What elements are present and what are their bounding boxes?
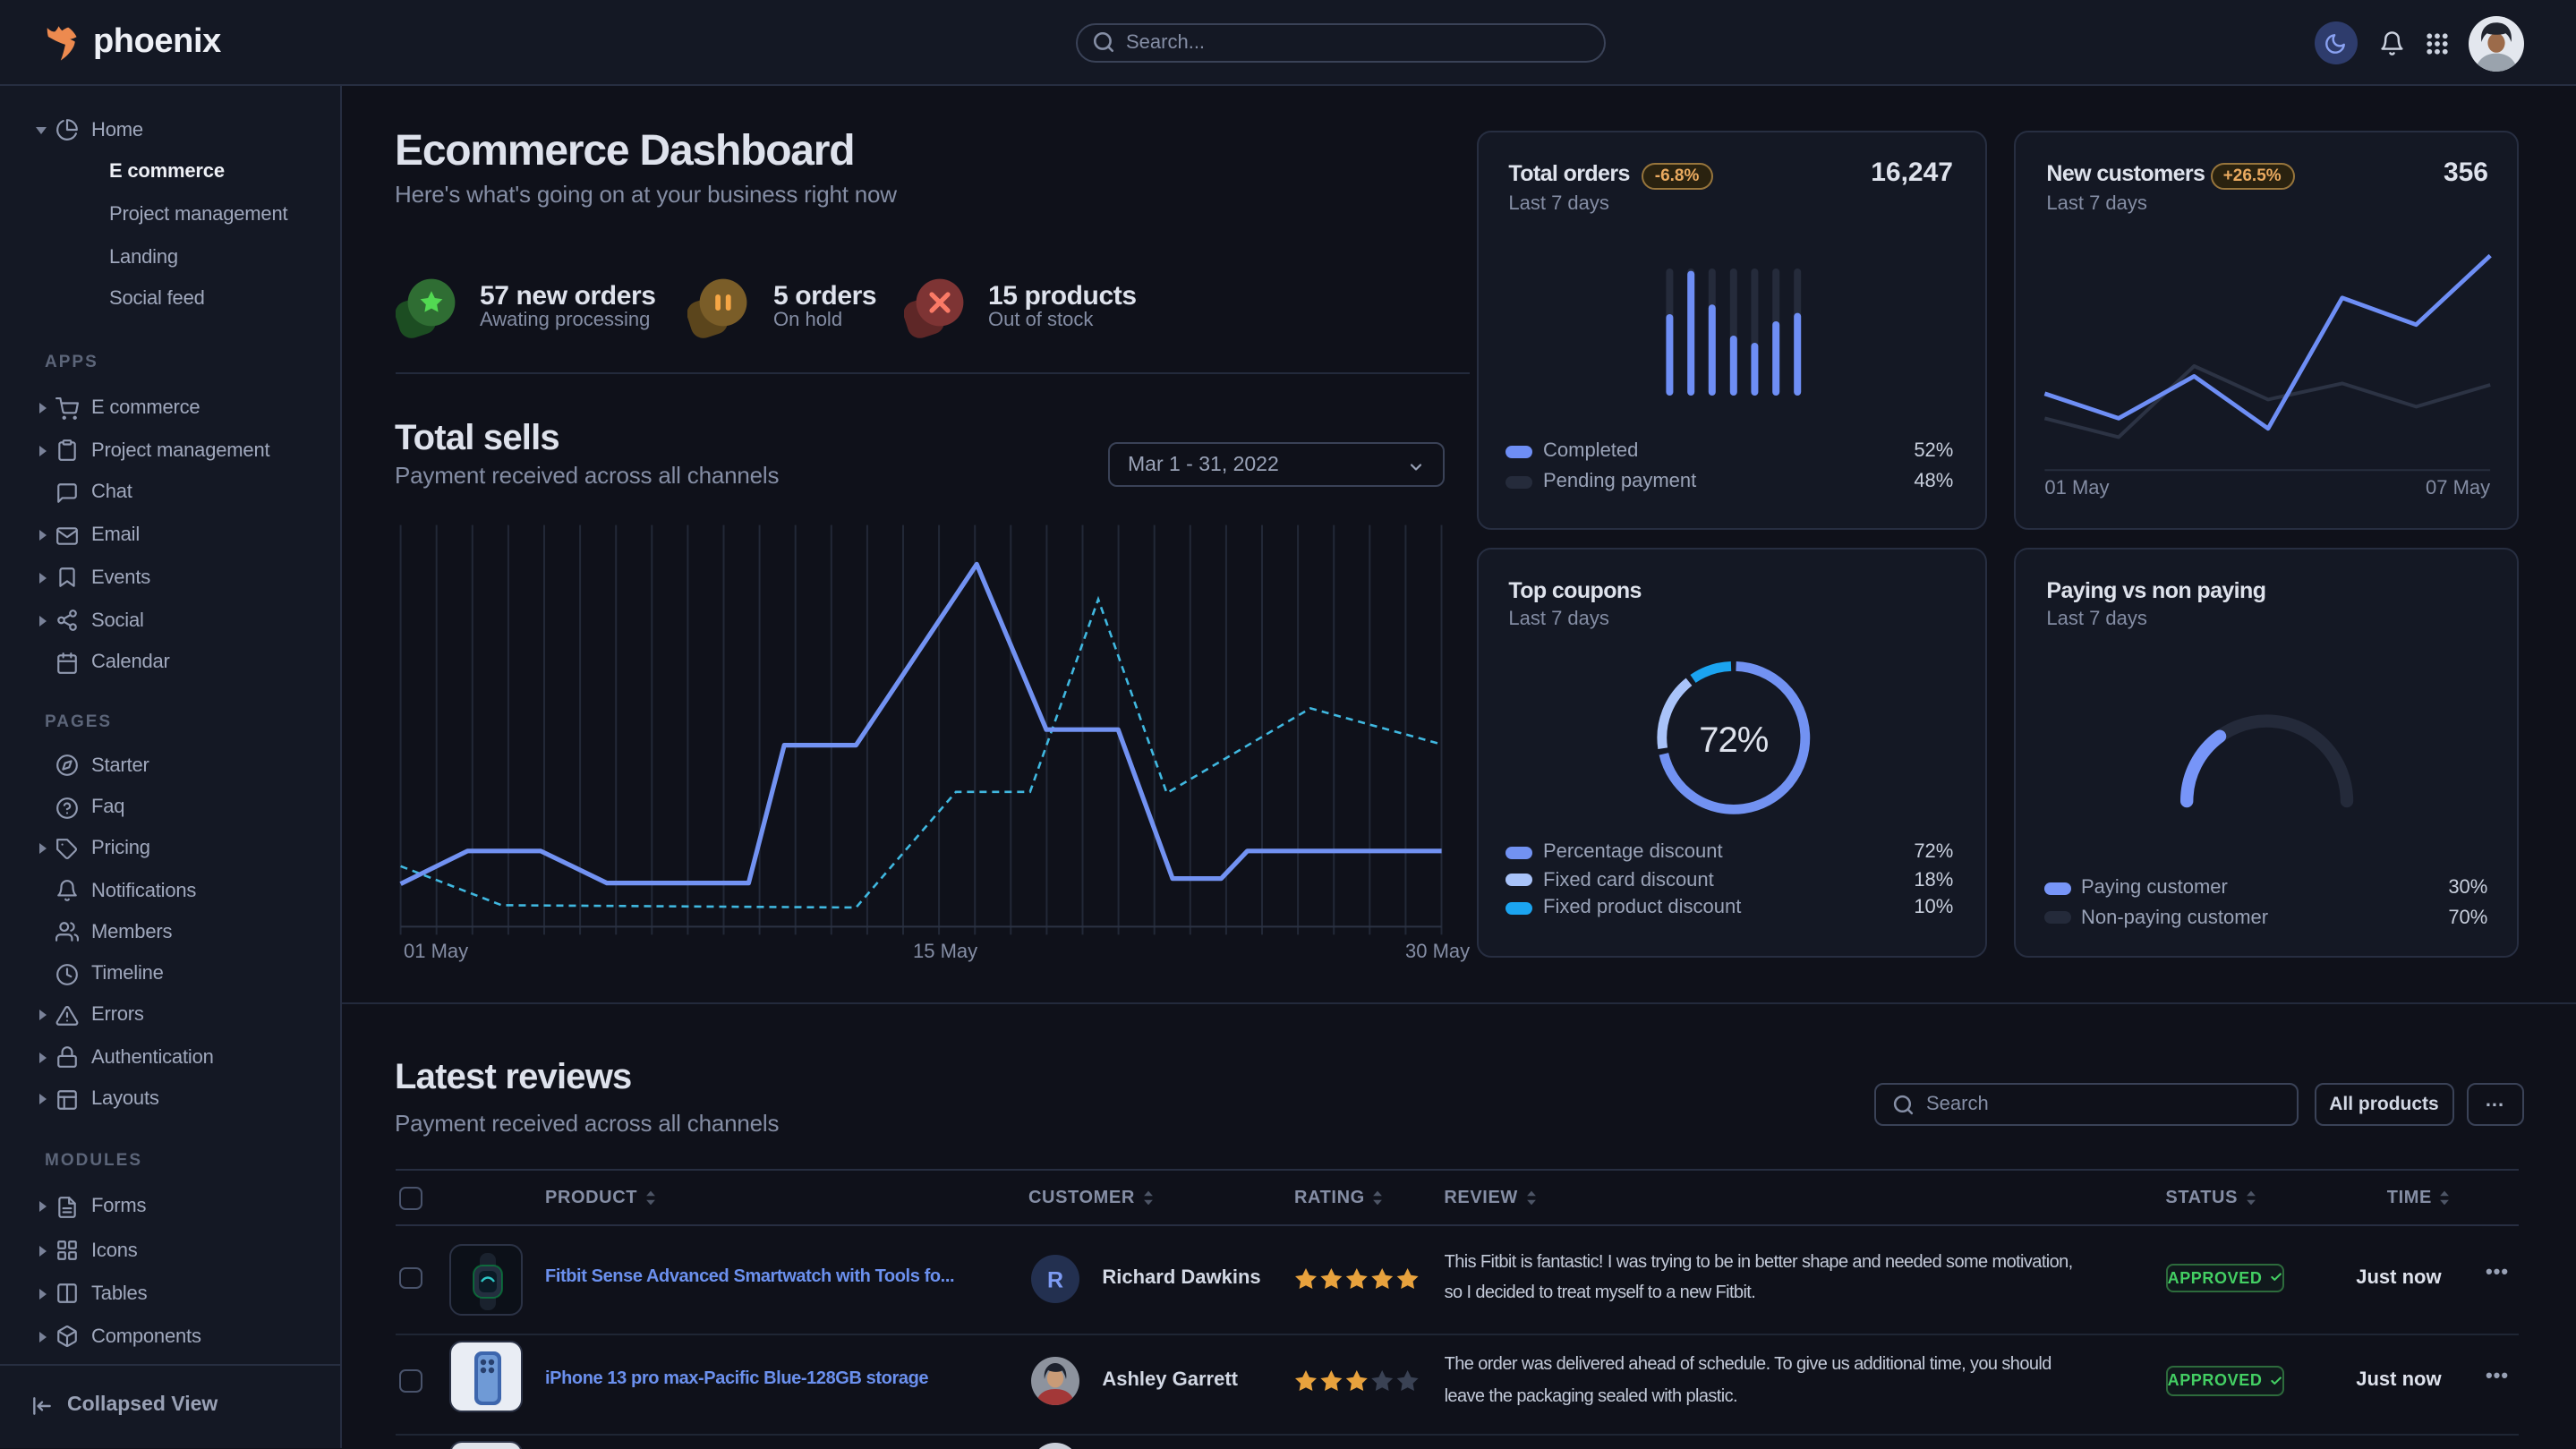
svg-text:R: R	[1046, 1266, 1062, 1291]
